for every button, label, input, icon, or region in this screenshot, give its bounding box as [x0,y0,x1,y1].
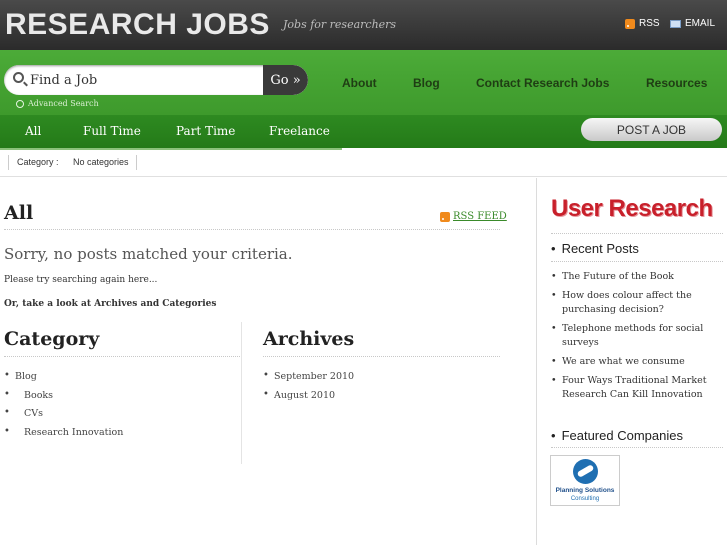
category-list: Blog Books CVs Research Innovation [4,370,123,446]
sidebar-divider [536,178,537,545]
rss-link[interactable]: RSS [625,18,660,29]
divider [4,356,240,357]
email-icon [670,19,681,28]
nav-resources[interactable]: Resources [646,76,707,90]
divider [551,233,723,234]
archive-item[interactable]: August 2010 [263,389,354,409]
divider [263,356,500,357]
nav-about[interactable]: About [342,76,377,90]
email-link[interactable]: EMAIL [670,18,715,29]
magnifier-icon [16,99,24,108]
divider [551,447,723,448]
go-button[interactable]: Go » [263,65,308,95]
post-a-job-button[interactable]: POST A JOB [581,118,722,141]
search-input[interactable] [30,65,264,95]
archives-heading: Archives [263,328,355,350]
rss-icon [440,211,450,222]
main-nav-bar: Go » Advanced Search About Blog Contact … [0,50,727,115]
featured-companies-title: Featured Companies [561,428,683,443]
tab-all[interactable]: All [25,124,41,138]
rss-feed-label: RSS FEED [453,211,507,222]
recent-post-link[interactable]: The Future of the Book [551,270,726,284]
recent-posts-list: The Future of the Book How does colour a… [551,270,726,407]
advanced-search-label: Advanced Search [28,99,99,108]
user-research-logo[interactable]: User Research [551,195,713,223]
no-results-message: Sorry, no posts matched your criteria. [4,245,293,263]
nav-contact[interactable]: Contact Research Jobs [476,76,609,90]
rss-label: RSS [639,18,660,29]
recent-post-link[interactable]: How does colour affect the purchasing de… [551,289,726,317]
category-heading: Category [4,328,100,350]
featured-companies-heading: • Featured Companies [551,428,683,443]
company-logo-planning-solutions[interactable]: Planning Solutions Consulting [550,455,620,506]
rss-icon [625,18,635,29]
search-box: Go » [4,65,308,95]
category-item[interactable]: Research Innovation [4,426,123,446]
site-title[interactable]: RESEARCH JOBS [5,8,270,42]
divider [136,155,137,170]
company-emblem-icon [573,459,598,484]
company-subtitle: Consulting [570,496,600,502]
try-again-text: Please try searching again here... [4,275,158,285]
archive-item[interactable]: September 2010 [263,370,354,390]
archives-categories-text: Or, take a look at Archives and Categori… [4,299,217,309]
divider [4,229,500,230]
divider [8,155,9,170]
tab-freelance[interactable]: Freelance [269,124,330,138]
company-name: Planning Solutions [555,487,615,494]
rss-feed-link[interactable]: RSS FEED [440,211,507,222]
recent-post-link[interactable]: Telephone methods for social surveys [551,322,726,350]
tagline: Jobs for researchers [283,18,397,31]
recent-posts-heading: • Recent Posts [551,241,639,256]
tab-full-time[interactable]: Full Time [83,124,141,138]
divider [551,261,723,262]
recent-post-link[interactable]: We are what we consume [551,355,726,369]
top-header: RESEARCH JOBS Jobs for researchers RSS E… [0,0,727,50]
category-filter-label: Category : [17,157,59,167]
category-filter-value[interactable]: No categories [73,157,129,167]
email-label: EMAIL [685,18,716,29]
category-item[interactable]: Blog [4,370,123,390]
search-icon [13,72,24,83]
archives-list: September 2010 August 2010 [263,370,354,409]
category-filter: Category : No categories [0,150,727,177]
advanced-search-link[interactable]: Advanced Search [16,99,99,108]
category-item[interactable]: CVs [4,407,123,427]
page-title: All [4,202,34,224]
tab-part-time[interactable]: Part Time [176,124,235,138]
column-divider [241,322,242,464]
category-item[interactable]: Books [4,389,123,409]
recent-posts-title: Recent Posts [561,241,639,256]
recent-post-link[interactable]: Four Ways Traditional Market Research Ca… [551,374,726,402]
nav-blog[interactable]: Blog [413,76,440,90]
